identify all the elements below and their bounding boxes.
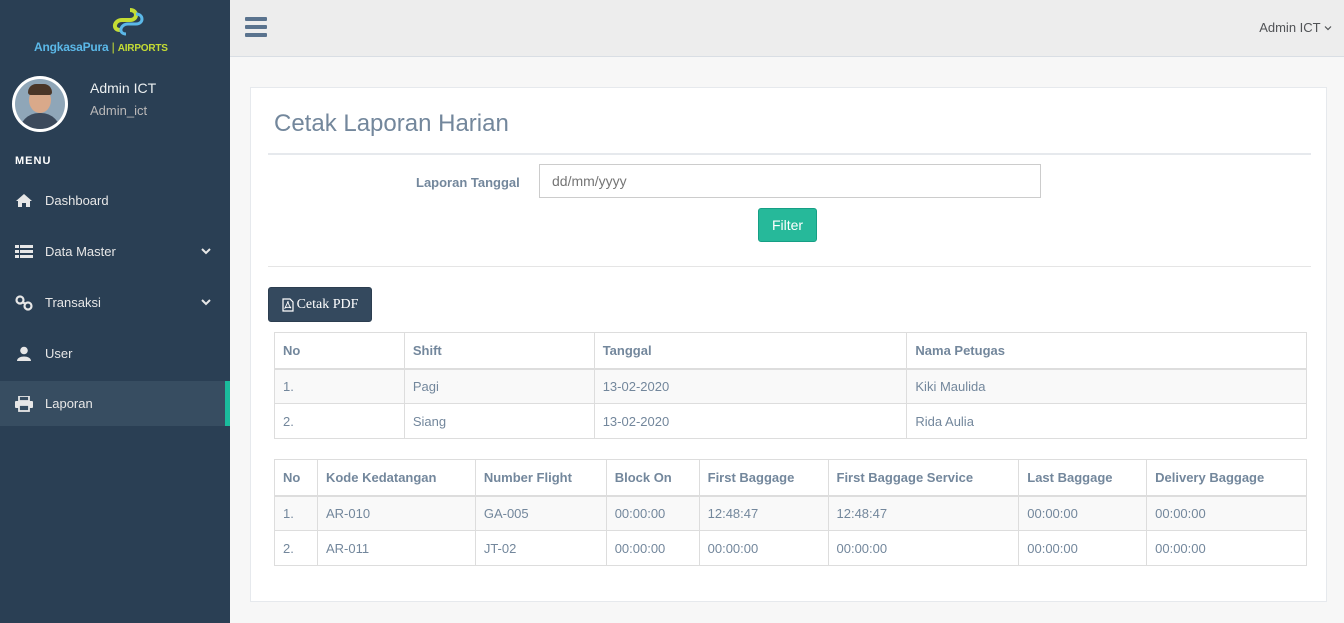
menu-section-title: MENU [15, 155, 52, 167]
sidebar-item-dashboard[interactable]: Dashboard [0, 175, 230, 226]
column-header: Nama Petugas [906, 332, 1307, 370]
table-cell: 1. [274, 495, 318, 531]
printer-icon [15, 395, 33, 412]
print-pdf-label: Cetak PDF [296, 296, 359, 312]
chevron-down-icon [201, 248, 211, 255]
sidebar-item-label: Laporan [45, 396, 93, 411]
top-navbar: Admin ICT [230, 0, 1344, 57]
avatar[interactable] [12, 76, 68, 132]
table-cell: Kiki Maulida [906, 368, 1307, 404]
table-cell: AR-011 [316, 530, 476, 566]
table-header-row: No Shift Tanggal Nama Petugas [274, 332, 1307, 370]
column-header: Kode Kedatangan [316, 459, 476, 497]
sidebar-item-label: User [45, 346, 73, 361]
column-header: Tanggal [593, 332, 908, 370]
sidebar-item-laporan[interactable]: Laporan [0, 381, 230, 426]
print-pdf-button[interactable]: Cetak PDF [268, 287, 372, 322]
sidebar-item-data-master[interactable]: Data Master [0, 226, 230, 277]
table-header-row: No Kode Kedatangan Number Flight Block O… [274, 459, 1307, 497]
column-header: Block On [605, 459, 700, 497]
brand-logo[interactable]: AngkasaPura | AIRPORTS [30, 6, 200, 58]
table-cell: 00:00:00 [1018, 530, 1148, 566]
filter-button[interactable]: Filter [758, 208, 817, 242]
table-cell: 00:00:00 [1018, 495, 1148, 531]
shift-table: No Shift Tanggal Nama Petugas 1. Pagi 13… [274, 332, 1307, 439]
table-cell: 00:00:00 [1146, 530, 1307, 566]
table-row: 2. AR-011 JT-02 00:00:00 00:00:00 00:00:… [274, 530, 1307, 566]
table-cell: Rida Aulia [906, 403, 1307, 439]
user-icon [15, 346, 33, 362]
column-header: First Baggage [698, 459, 829, 497]
profile-name: Admin ICT [90, 80, 157, 96]
sidebar-item-user[interactable]: User [0, 328, 230, 379]
column-header: No [274, 332, 405, 370]
logo-mark-icon [113, 8, 144, 36]
user-dropdown-label: Admin ICT [1259, 20, 1321, 35]
profile-username: Admin_ict [90, 103, 148, 118]
flight-table: No Kode Kedatangan Number Flight Block O… [274, 459, 1307, 566]
table-row: 2. Siang 13-02-2020 Rida Aulia [274, 403, 1307, 439]
table-cell: 00:00:00 [605, 530, 700, 566]
list-icon [15, 244, 33, 260]
chevron-down-icon [201, 299, 211, 306]
column-header: Last Baggage [1018, 459, 1148, 497]
table-cell: 2. [274, 530, 318, 566]
sidebar-item-label: Transaksi [45, 295, 101, 310]
table-cell: 1. [274, 368, 405, 404]
table-cell: 12:48:47 [827, 495, 1020, 531]
table-cell: JT-02 [474, 530, 607, 566]
home-icon [15, 193, 33, 209]
table-cell: 00:00:00 [827, 530, 1020, 566]
report-panel: Cetak Laporan Harian Laporan Tanggal Fil… [250, 87, 1327, 602]
table-row: 1. AR-010 GA-005 00:00:00 12:48:47 12:48… [274, 495, 1307, 531]
column-header: First Baggage Service [827, 459, 1020, 497]
table-cell: 00:00:00 [605, 495, 700, 531]
column-header: Shift [403, 332, 595, 370]
date-label: Laporan Tanggal [416, 175, 520, 190]
menu-toggle-icon[interactable] [245, 17, 267, 37]
table-cell: 13-02-2020 [593, 403, 908, 439]
page-title: Cetak Laporan Harian [274, 110, 509, 137]
divider [268, 266, 1311, 267]
table-cell: AR-010 [316, 495, 476, 531]
table-cell: Pagi [403, 368, 595, 404]
sidebar-item-transaksi[interactable]: Transaksi [0, 277, 230, 328]
column-header: Number Flight [474, 459, 607, 497]
divider [268, 153, 1311, 155]
column-header: Delivery Baggage [1146, 459, 1307, 497]
brand-wordmark: AngkasaPura | AIRPORTS [34, 40, 168, 54]
pdf-file-icon [281, 297, 294, 312]
chevron-down-icon [1324, 26, 1332, 31]
table-cell: 00:00:00 [1146, 495, 1307, 531]
sidebar-item-label: Dashboard [45, 193, 109, 208]
column-header: No [274, 459, 318, 497]
table-cell: 2. [274, 403, 405, 439]
sidebar-item-label: Data Master [45, 244, 116, 259]
user-dropdown[interactable]: Admin ICT [1259, 20, 1332, 35]
table-cell: Siang [403, 403, 595, 439]
date-input[interactable] [539, 164, 1041, 198]
table-cell: 13-02-2020 [593, 368, 908, 404]
table-row: 1. Pagi 13-02-2020 Kiki Maulida [274, 368, 1307, 404]
table-cell: GA-005 [474, 495, 607, 531]
link-icon [15, 294, 33, 311]
sidebar-nav: Dashboard Data Master Transaksi User Lap… [0, 175, 230, 426]
table-cell: 12:48:47 [698, 495, 829, 531]
sidebar: AngkasaPura | AIRPORTS Admin ICT Admin_i… [0, 0, 230, 623]
table-cell: 00:00:00 [698, 530, 829, 566]
